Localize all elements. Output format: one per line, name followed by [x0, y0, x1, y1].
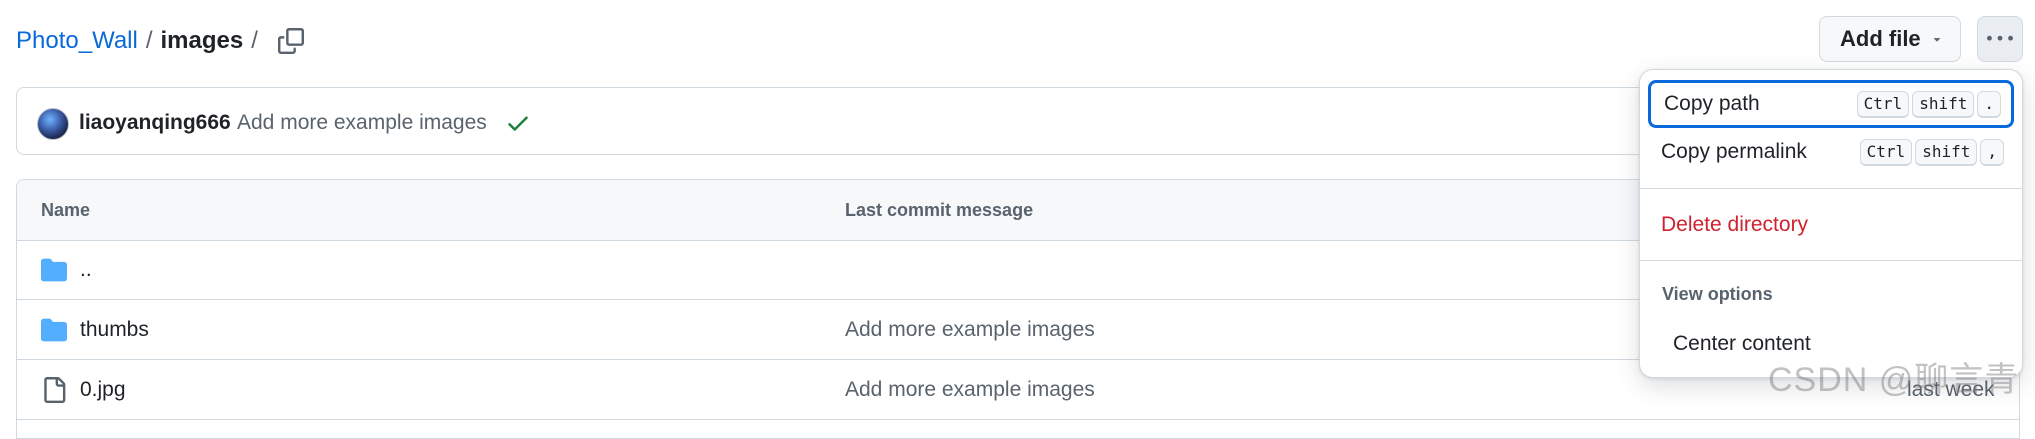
- menu-item-copy-path[interactable]: Copy path Ctrl shift .: [1648, 80, 2014, 128]
- commit-message-link[interactable]: Add more example images: [237, 108, 487, 138]
- breadcrumb-current-dir: images: [160, 27, 244, 54]
- commit-message-link[interactable]: Add more example images: [845, 316, 1095, 344]
- breadcrumb-separator: /: [145, 27, 153, 54]
- key-shift: shift: [1912, 90, 1975, 118]
- folder-icon: [41, 258, 67, 282]
- key-period: .: [1977, 90, 2001, 118]
- file-name-link[interactable]: ..: [80, 256, 92, 284]
- menu-divider: [1640, 188, 2022, 189]
- breadcrumb-trailing-separator: /: [251, 27, 258, 54]
- folder-icon: [41, 318, 67, 342]
- key-comma: ,: [1980, 138, 2004, 166]
- file-name-link[interactable]: thumbs: [80, 316, 149, 344]
- more-options-button[interactable]: [1977, 16, 2023, 62]
- add-file-button[interactable]: Add file: [1819, 16, 1961, 62]
- more-options-menu: Copy path Ctrl shift . Copy permalink Ct…: [1639, 69, 2023, 378]
- menu-item-copy-permalink[interactable]: Copy permalink Ctrl shift ,: [1648, 128, 2014, 176]
- triangle-down-icon: [1930, 26, 1944, 52]
- menu-item-label: Copy path: [1664, 92, 1760, 115]
- key-ctrl: Ctrl: [1859, 138, 1913, 166]
- watermark: CSDN @聊言青: [1768, 361, 2020, 399]
- file-name-link[interactable]: 0.jpg: [80, 376, 126, 404]
- breadcrumb-repo-link[interactable]: Photo_Wall: [16, 27, 138, 55]
- commit-author-link[interactable]: liaoyanqing666: [79, 108, 231, 138]
- avatar[interactable]: [37, 108, 69, 140]
- keyboard-shortcut: Ctrl shift ,: [1859, 138, 2004, 166]
- check-icon[interactable]: [505, 110, 531, 136]
- key-shift: shift: [1915, 138, 1978, 166]
- column-header-name: Name: [41, 200, 91, 220]
- menu-item-delete-directory[interactable]: Delete directory: [1648, 201, 2014, 249]
- add-file-label: Add file: [1840, 26, 1921, 51]
- menu-item-label: Copy permalink: [1661, 140, 1807, 163]
- kebab-horizontal-icon: [1987, 35, 2013, 41]
- commit-message-link[interactable]: Add more example images: [845, 376, 1095, 404]
- menu-divider: [1640, 260, 2022, 261]
- menu-group-title: View options: [1662, 284, 1773, 304]
- column-header-last-commit: Last commit message: [845, 200, 1034, 220]
- copy-icon: [278, 28, 304, 54]
- key-ctrl: Ctrl: [1856, 90, 1910, 118]
- copy-path-button[interactable]: [272, 22, 310, 60]
- menu-item-label: Delete directory: [1661, 213, 1809, 236]
- breadcrumb: Photo_Wall / images /: [16, 22, 266, 60]
- keyboard-shortcut: Ctrl shift .: [1856, 90, 2001, 118]
- file-icon: [44, 377, 66, 403]
